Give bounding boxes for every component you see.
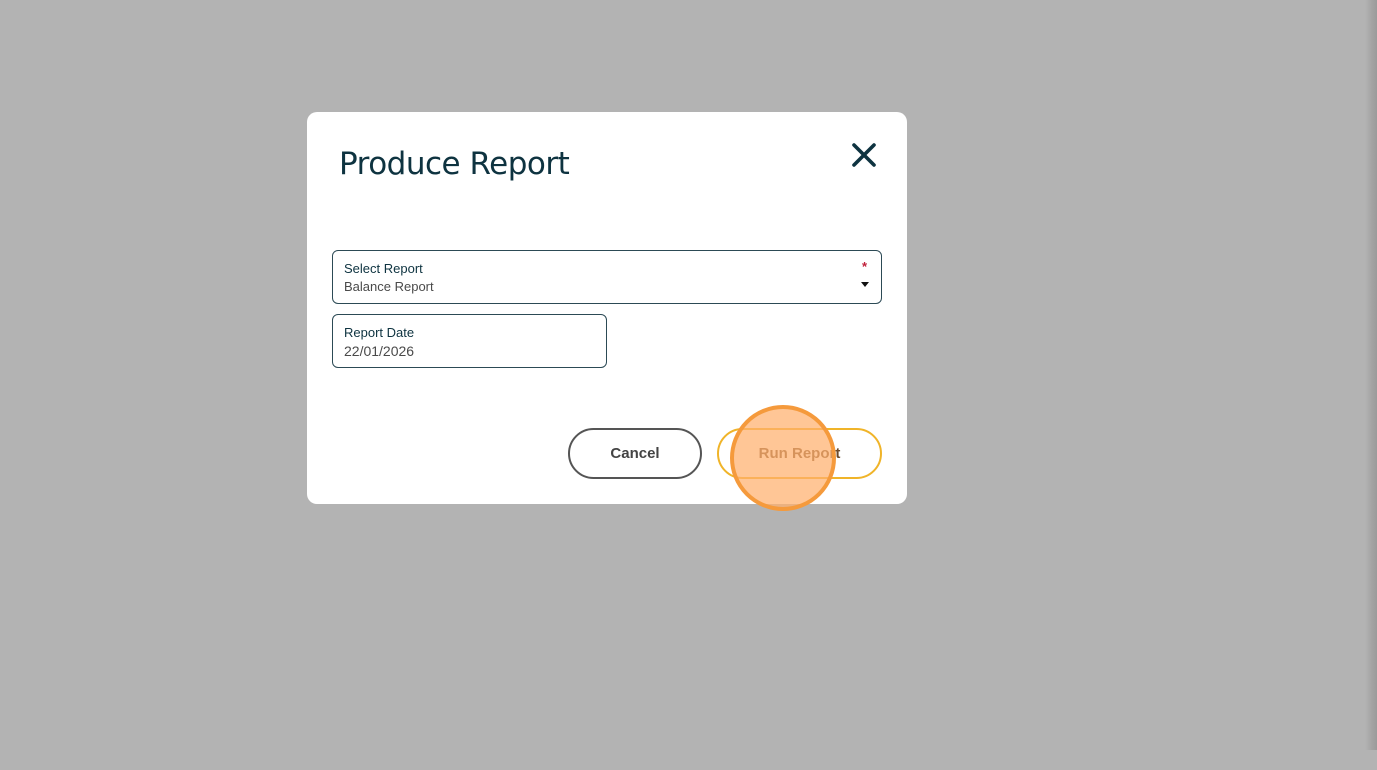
caret-down-icon xyxy=(861,282,869,287)
report-date-label: Report Date xyxy=(344,325,415,340)
select-report-label: Select Report xyxy=(344,261,423,276)
select-report-dropdown[interactable]: Select Report Balance Report * xyxy=(332,250,882,304)
page-scrollbar-shadow xyxy=(1365,0,1377,750)
close-icon xyxy=(852,143,876,167)
produce-report-dialog: Produce Report Select Report Balance Rep… xyxy=(307,112,907,504)
dialog-title: Produce Report xyxy=(339,146,570,182)
report-date-value: 22/01/2026 xyxy=(344,343,415,359)
cancel-button[interactable]: Cancel xyxy=(568,428,702,479)
run-report-button[interactable]: Run Report xyxy=(717,428,882,479)
close-button[interactable] xyxy=(847,138,881,172)
report-date-field[interactable]: Report Date 22/01/2026 xyxy=(332,314,607,368)
required-asterisk: * xyxy=(861,259,867,274)
select-report-value: Balance Report xyxy=(344,279,434,294)
